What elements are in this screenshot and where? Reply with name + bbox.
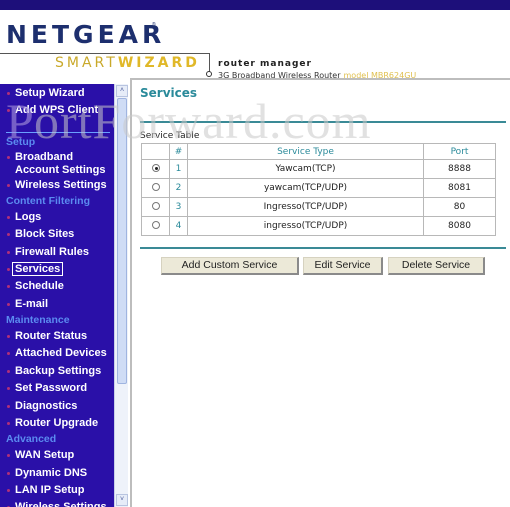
smart-text: SMART	[55, 55, 118, 71]
row-number: 2	[169, 178, 188, 198]
top-bar	[0, 0, 510, 10]
bullet-icon	[7, 303, 10, 306]
table-row[interactable]: 2 yawcam(TCP/UDP) 8081	[141, 178, 496, 198]
bullet-icon	[7, 422, 10, 425]
row-port: 8081	[423, 178, 496, 198]
sidebar-item-wireless-settings[interactable]: Wireless Settings	[0, 179, 114, 192]
title-divider	[140, 121, 506, 123]
row-select-cell[interactable]	[141, 178, 170, 198]
row-select-cell[interactable]	[141, 197, 170, 217]
col-select	[141, 143, 170, 160]
scroll-up-arrow-icon[interactable]: ˄	[116, 85, 128, 97]
sidebar-scrollbar[interactable]: ˄ ˅	[114, 84, 128, 507]
row-number: 4	[169, 216, 188, 236]
bullet-icon	[7, 156, 10, 159]
row-number: 3	[169, 197, 188, 217]
sidebar-item-email[interactable]: E-mail	[0, 298, 114, 311]
wizard-text: WIZARD	[117, 55, 200, 71]
bullet-icon	[7, 268, 10, 271]
sidebar-item-wireless-settings-advanced[interactable]: Wireless Settings	[0, 501, 114, 507]
sidebar-item-router-status[interactable]: Router Status	[0, 330, 114, 343]
table-row[interactable]: 1 Yawcam(TCP) 8888	[141, 159, 496, 179]
bullet-icon	[7, 92, 10, 95]
router-manager-title: router manager	[218, 59, 312, 69]
row-service-type: Yawcam(TCP)	[187, 159, 424, 179]
radio-button[interactable]	[151, 220, 160, 229]
row-service-type: ingresso(TCP/UDP)	[187, 216, 424, 236]
scroll-down-arrow-icon[interactable]: ˅	[116, 494, 128, 506]
row-port: 80	[423, 197, 496, 217]
bullet-icon	[7, 387, 10, 390]
col-service-type: Service Type	[187, 143, 424, 160]
add-custom-service-button[interactable]: Add Custom Service	[161, 257, 299, 275]
sidebar-item-block-sites[interactable]: Block Sites	[0, 228, 114, 241]
bullet-icon	[7, 285, 10, 288]
table-bottom-divider	[140, 247, 506, 249]
sidebar-item-attached-devices[interactable]: Attached Devices	[0, 347, 114, 360]
sidebar-item-logs[interactable]: Logs	[0, 211, 114, 224]
smartwizard-logo: SMARTWIZARD	[55, 55, 200, 71]
sidebar-divider	[6, 132, 110, 133]
sidebar-item-add-wps-client[interactable]: Add WPS Client	[0, 104, 114, 117]
radio-button[interactable]	[151, 182, 160, 191]
bullet-icon	[7, 405, 10, 408]
sidebar-item-lan-ip-setup[interactable]: LAN IP Setup	[0, 484, 114, 497]
service-table-label: Service Table	[140, 131, 200, 141]
sidebar-item-dynamic-dns[interactable]: Dynamic DNS	[0, 467, 114, 480]
bullet-icon	[7, 335, 10, 338]
bullet-icon	[7, 472, 10, 475]
row-number: 1	[169, 159, 188, 179]
table-row[interactable]: 3 Ingresso(TCP/UDP) 80	[141, 197, 496, 217]
row-port: 8080	[423, 216, 496, 236]
row-port: 8888	[423, 159, 496, 179]
row-select-cell[interactable]	[141, 159, 170, 179]
row-select-cell[interactable]	[141, 216, 170, 236]
table-header-row: # Service Type Port	[141, 143, 496, 160]
section-advanced: Advanced	[6, 433, 57, 445]
col-port: Port	[423, 143, 496, 160]
bullet-icon	[7, 233, 10, 236]
logo-rule-vertical	[209, 53, 210, 73]
sidebar-item-set-password[interactable]: Set Password	[0, 382, 114, 395]
section-setup: Setup	[6, 136, 36, 148]
sidebar-item-router-upgrade[interactable]: Router Upgrade	[0, 417, 114, 430]
sidebar-item-wan-setup[interactable]: WAN Setup	[0, 449, 114, 462]
bullet-icon	[7, 216, 10, 219]
radio-button-selected[interactable]	[151, 163, 160, 172]
radio-button[interactable]	[151, 201, 160, 210]
table-row[interactable]: 4 ingresso(TCP/UDP) 8080	[141, 216, 496, 236]
sidebar-item-schedule[interactable]: Schedule	[0, 280, 114, 293]
edit-service-button[interactable]: Edit Service	[303, 257, 383, 275]
bullet-icon	[7, 370, 10, 373]
sidebar-item-backup-settings[interactable]: Backup Settings	[0, 365, 114, 378]
netgear-logo: NETGEAR	[6, 20, 166, 49]
scroll-thumb[interactable]	[117, 98, 127, 384]
sidebar-item-firewall-rules[interactable]: Firewall Rules	[0, 246, 114, 259]
sidebar-item-diagnostics[interactable]: Diagnostics	[0, 400, 114, 413]
sidebar-item-services[interactable]: Services	[0, 262, 114, 276]
bullet-icon	[7, 352, 10, 355]
bullet-icon	[7, 489, 10, 492]
main-content: Services Service Table # Service Type Po…	[130, 78, 510, 507]
service-table: # Service Type Port 1 Yawcam(TCP) 8888 2…	[141, 143, 496, 236]
section-maintenance: Maintenance	[6, 314, 70, 326]
bullet-icon	[7, 184, 10, 187]
bullet-icon	[7, 109, 10, 112]
sidebar-nav: Setup Wizard Add WPS Client Setup Broadb…	[0, 84, 114, 507]
header: NETGEAR ® SMARTWIZARD router manager 3G …	[0, 10, 510, 80]
row-service-type: Ingresso(TCP/UDP)	[187, 197, 424, 217]
bullet-icon	[7, 454, 10, 457]
sidebar-item-setup-wizard[interactable]: Setup Wizard	[0, 87, 114, 100]
logo-rule	[0, 53, 210, 54]
section-content-filtering: Content Filtering	[6, 195, 90, 207]
col-number: #	[169, 143, 188, 160]
sidebar-item-broadband-account-settings[interactable]: Broadband Account Settings	[0, 151, 114, 177]
row-service-type: yawcam(TCP/UDP)	[187, 178, 424, 198]
bullet-icon	[7, 251, 10, 254]
logo-dot-icon	[206, 71, 212, 77]
registered-mark: ®	[152, 22, 156, 28]
delete-service-button[interactable]: Delete Service	[388, 257, 485, 275]
page-title: Services	[140, 86, 198, 100]
